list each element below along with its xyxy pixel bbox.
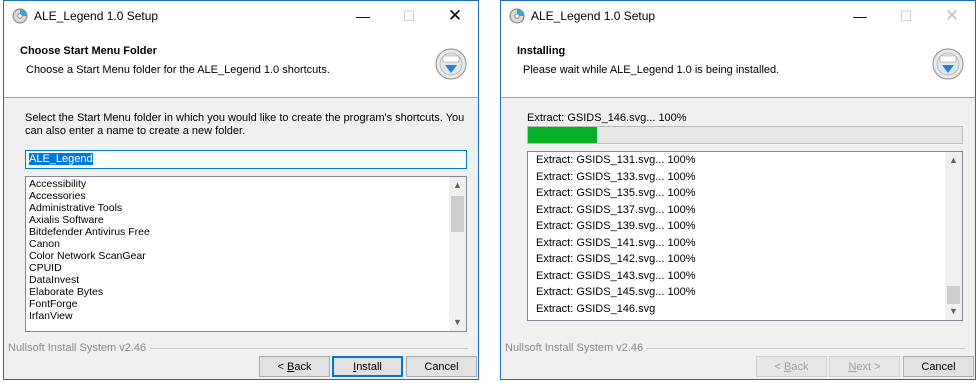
- folder-input-value: ALE_Legend: [29, 153, 93, 165]
- minimize-button[interactable]: —: [340, 1, 386, 31]
- close-button[interactable]: ✕: [929, 1, 975, 31]
- back-button[interactable]: < Back: [756, 356, 827, 377]
- back-button[interactable]: < Back: [259, 356, 330, 377]
- setup-window-start-menu: ALE_Legend 1.0 Setup — ☐ ✕ Choose Start …: [3, 0, 479, 380]
- folder-list-item[interactable]: Color Network ScanGear: [29, 250, 463, 262]
- page-title: Choose Start Menu Folder: [20, 45, 157, 57]
- back-prefix: <: [774, 361, 784, 373]
- log-list-item: Extract: GSIDS_131.svg... 100%: [536, 154, 696, 166]
- back-label: ack: [294, 361, 312, 373]
- maximize-button[interactable]: ☐: [386, 1, 432, 31]
- title-bar[interactable]: ALE_Legend 1.0 Setup — ☐ ✕: [501, 1, 975, 31]
- cancel-button[interactable]: Cancel: [903, 356, 974, 377]
- nsis-setup-icon: [435, 48, 467, 80]
- install-progress-bar: [527, 126, 963, 144]
- log-list-item: Extract: GSIDS_137.svg... 100%: [536, 203, 696, 216]
- folder-list-item[interactable]: DataInvest: [29, 274, 463, 286]
- start-menu-folder-list[interactable]: Accessibility Accessories Administrative T…: [25, 176, 467, 332]
- install-button[interactable]: Install: [332, 356, 403, 377]
- log-list-item: Extract: GSIDS_146.svg: [536, 302, 656, 315]
- folder-list-item[interactable]: Administrative Tools: [29, 202, 463, 214]
- scroll-thumb[interactable]: [451, 196, 464, 232]
- folder-list-item[interactable]: Accessibility: [29, 178, 463, 190]
- close-button[interactable]: ✕: [432, 1, 478, 31]
- folder-list-item[interactable]: IrfanView: [29, 310, 463, 322]
- instructions-text: Select the Start Menu folder in which yo…: [25, 112, 465, 137]
- log-list-scrollbar[interactable]: ▲ ▼: [945, 152, 962, 320]
- minimize-button[interactable]: —: [837, 1, 883, 31]
- folder-list-item[interactable]: Canon: [29, 238, 463, 250]
- wizard-header: Installing Please wait while ALE_Legend …: [501, 31, 975, 98]
- log-list-item: Extract: GSIDS_141.svg... 100%: [536, 236, 696, 249]
- installer-cd-icon: [12, 8, 28, 24]
- folder-list-item[interactable]: Accessories: [29, 190, 463, 202]
- log-list-item: Extract: GSIDS_139.svg... 100%: [536, 220, 696, 232]
- folder-list-item[interactable]: Bitdefender Antivirus Free: [29, 226, 463, 238]
- progress-status-text: Extract: GSIDS_146.svg... 100%: [527, 112, 687, 124]
- wizard-body: Select the Start Menu folder in which yo…: [4, 98, 478, 338]
- log-list-item: Extract: GSIDS_133.svg... 100%: [536, 170, 696, 183]
- scroll-down-icon[interactable]: ▼: [449, 314, 466, 331]
- folder-list-item[interactable]: Elaborate Bytes: [29, 286, 463, 298]
- install-log-list[interactable]: Extract: GSIDS_131.svg... 100% Extract: G…: [527, 151, 963, 321]
- back-prefix: <: [277, 361, 287, 373]
- scroll-thumb[interactable]: [947, 286, 960, 304]
- nsis-branding: Nullsoft Install System v2.46: [505, 342, 644, 354]
- start-menu-folder-input[interactable]: ALE_Legend: [25, 150, 467, 169]
- next-button[interactable]: Next >: [829, 356, 900, 377]
- scroll-up-icon[interactable]: ▲: [945, 152, 962, 169]
- folder-list-item[interactable]: Axialis Software: [29, 214, 463, 226]
- setup-window-installing: ALE_Legend 1.0 Setup — ☐ ✕ Installing Pl…: [500, 0, 976, 380]
- log-list-item: Extract: GSIDS_143.svg... 100%: [536, 269, 696, 282]
- nsis-branding: Nullsoft Install System v2.46: [8, 342, 147, 354]
- wizard-body: Extract: GSIDS_146.svg... 100% Extract: …: [501, 98, 975, 338]
- log-list-item: Extract: GSIDS_142.svg... 100%: [536, 253, 696, 265]
- back-label: ack: [791, 361, 809, 373]
- window-title: ALE_Legend 1.0 Setup: [531, 9, 656, 23]
- branding-divider: [150, 348, 468, 349]
- log-list-item: Extract: GSIDS_145.svg... 100%: [536, 286, 696, 298]
- page-subtitle: Please wait while ALE_Legend 1.0 is bein…: [523, 64, 780, 76]
- title-bar[interactable]: ALE_Legend 1.0 Setup — ☐ ✕: [4, 1, 478, 31]
- folder-list-item[interactable]: FontForge: [29, 298, 463, 310]
- install-label: nstall: [356, 361, 382, 373]
- nsis-setup-icon: [932, 48, 964, 80]
- folder-list-scrollbar[interactable]: ▲ ▼: [449, 177, 466, 331]
- log-list-item: Extract: GSIDS_135.svg... 100%: [536, 187, 696, 199]
- maximize-button[interactable]: ☐: [883, 1, 929, 31]
- folder-list-item[interactable]: CPUID: [29, 262, 463, 274]
- progress-fill: [528, 127, 598, 143]
- branding-divider: [647, 348, 965, 349]
- cancel-button[interactable]: Cancel: [406, 356, 477, 377]
- page-title: Installing: [517, 45, 566, 57]
- scroll-up-icon[interactable]: ▲: [449, 177, 466, 194]
- next-label: ext >: [856, 361, 881, 373]
- scroll-down-icon[interactable]: ▼: [945, 303, 962, 320]
- window-title: ALE_Legend 1.0 Setup: [34, 9, 159, 23]
- installer-cd-icon: [509, 8, 525, 24]
- page-subtitle: Choose a Start Menu folder for the ALE_L…: [26, 64, 330, 76]
- wizard-header: Choose Start Menu Folder Choose a Start …: [4, 31, 478, 98]
